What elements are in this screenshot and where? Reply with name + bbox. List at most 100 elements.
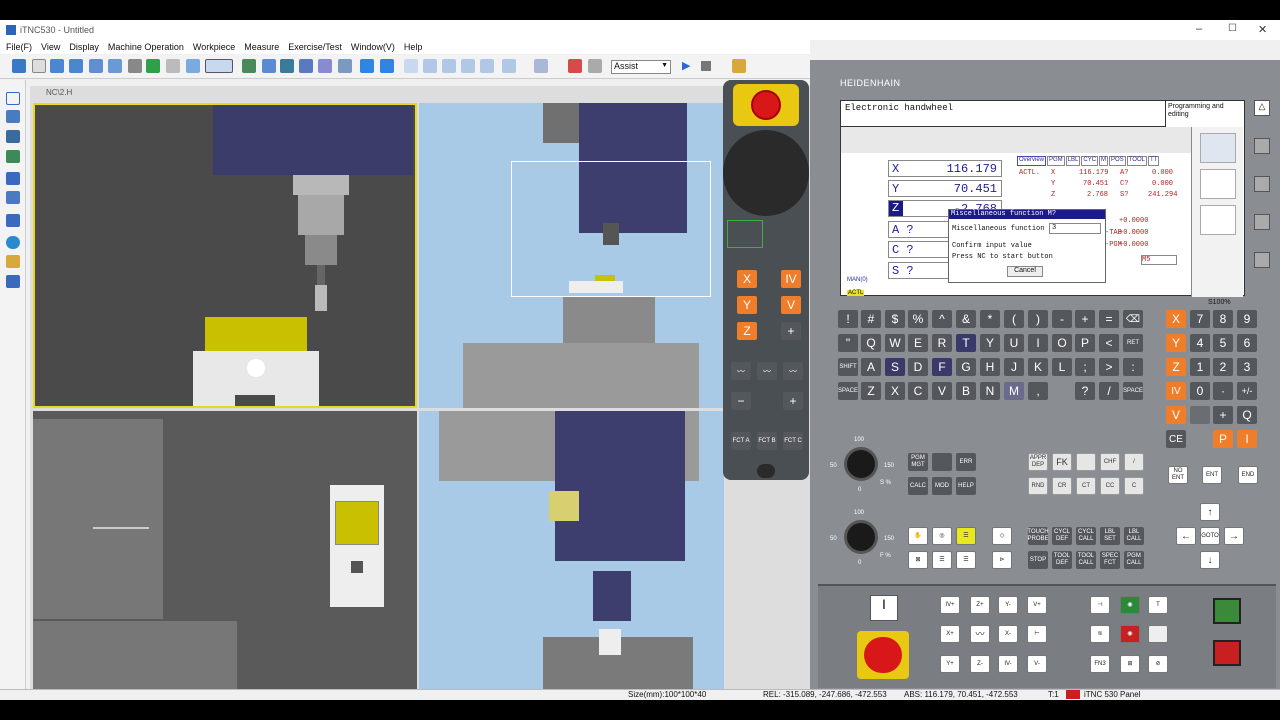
play-icon[interactable]: ▶	[682, 59, 690, 72]
arrow-left-icon[interactable]: ←	[1176, 527, 1196, 545]
pen-icon[interactable]	[6, 150, 20, 163]
spindle-on-key[interactable]: ◉	[1120, 596, 1140, 614]
key-r1-7[interactable]: (	[1004, 310, 1024, 328]
tab-tool[interactable]: TOOL	[1126, 156, 1147, 166]
jog-y-minus[interactable]: Y-	[998, 596, 1018, 614]
jog-v-minus[interactable]: V-	[1027, 655, 1047, 673]
key-r4-2[interactable]: C	[908, 382, 928, 400]
goto-key[interactable]: GOTO	[1200, 527, 1220, 545]
key-r1-1[interactable]: #	[861, 310, 881, 328]
fk-key[interactable]: FK	[1052, 453, 1072, 471]
shield-icon[interactable]	[6, 255, 20, 268]
key-r3-11[interactable]: :	[1123, 358, 1143, 376]
feed-override-knob[interactable]	[844, 520, 878, 554]
key-r2-9[interactable]: O	[1052, 334, 1072, 352]
line-key[interactable]: /	[1124, 453, 1144, 471]
menu-help[interactable]: Help	[404, 42, 423, 52]
hw-axis-x[interactable]: X	[737, 270, 757, 288]
enable-button[interactable]	[727, 220, 763, 248]
jog-z-plus[interactable]: Z+	[970, 596, 990, 614]
no-ent-key[interactable]: NO ENT	[1168, 466, 1188, 484]
ct-key[interactable]: CT	[1076, 477, 1096, 495]
key-r1-3[interactable]: %	[908, 310, 928, 328]
key-r4-8[interactable]: ?	[1075, 382, 1095, 400]
tool-release-key[interactable]: ⊣	[1090, 596, 1110, 614]
machine-icon[interactable]	[6, 172, 20, 185]
key-r2-1[interactable]: Q	[861, 334, 881, 352]
triangle-up-icon[interactable]: △	[1254, 100, 1270, 116]
key-r1-4[interactable]: ^	[932, 310, 952, 328]
menu-view[interactable]: View	[41, 42, 60, 52]
jog-z-minus[interactable]: Z-	[970, 655, 990, 673]
hw-axis-iv[interactable]: IV	[781, 270, 801, 288]
softkey-s[interactable]	[1200, 169, 1236, 199]
search-icon[interactable]	[6, 214, 20, 227]
door-key[interactable]: ⊞	[1120, 655, 1140, 673]
key-r2-2[interactable]: W	[885, 334, 905, 352]
fct-c-button[interactable]: FCT C	[783, 432, 803, 450]
print-icon[interactable]	[338, 59, 352, 73]
viewport-iso[interactable]	[419, 103, 724, 408]
key-r4-7[interactable]: ,	[1028, 382, 1048, 400]
space-key-left[interactable]: SPACE	[838, 382, 858, 400]
edit-mode-key[interactable]: ⊳	[992, 551, 1012, 569]
num-8[interactable]: 8	[1213, 310, 1233, 328]
maximize-icon[interactable]: ☐	[1228, 23, 1237, 34]
softkey-f[interactable]	[1200, 205, 1236, 235]
blank-machine-key[interactable]	[1148, 625, 1168, 643]
tab-tt[interactable]: TT	[1147, 156, 1160, 166]
num-9[interactable]: 9	[1237, 310, 1257, 328]
chip-key[interactable]: ≋	[1090, 625, 1110, 643]
tool-call-key[interactable]: TOOL CALL	[1076, 551, 1096, 569]
shape-icon[interactable]	[6, 110, 20, 123]
jog-x-plus[interactable]: X+	[940, 625, 960, 643]
tool-icon[interactable]	[299, 59, 313, 73]
zoom-in-icon[interactable]	[50, 59, 64, 73]
rnd-key[interactable]: RND	[1028, 477, 1048, 495]
lbl-call-key[interactable]: LBL CALL	[1124, 527, 1144, 545]
tab-pos[interactable]: POS	[1109, 156, 1126, 166]
num-v[interactable]: V	[1166, 406, 1186, 424]
spindle-off-key[interactable]: ◉	[1120, 625, 1140, 643]
viewport-top[interactable]	[33, 411, 417, 690]
num-dot[interactable]: ·	[1213, 382, 1233, 400]
jog-rapid[interactable]: 〰	[970, 625, 990, 643]
save-icon[interactable]	[12, 59, 26, 73]
num-z[interactable]: Z	[1166, 358, 1186, 376]
flag-icon[interactable]	[568, 59, 582, 73]
spindle-override-knob[interactable]	[844, 447, 878, 481]
num-iv[interactable]: IV	[1166, 382, 1186, 400]
key-r2-8[interactable]: I	[1028, 334, 1048, 352]
tab-pgm[interactable]: PGM	[1047, 156, 1065, 166]
c-key[interactable]: C	[1124, 477, 1144, 495]
layers-icon[interactable]	[6, 275, 20, 288]
measure-v-icon[interactable]	[6, 191, 20, 204]
jog-iv-plus[interactable]: IV+	[940, 596, 960, 614]
side-key-4[interactable]	[1254, 252, 1270, 268]
key-r3-6[interactable]: J	[1004, 358, 1024, 376]
jog-v-plus[interactable]: V+	[1027, 596, 1047, 614]
key-r3-7[interactable]: K	[1028, 358, 1048, 376]
shift-key[interactable]: SHIFT	[838, 358, 858, 376]
side-key-1[interactable]	[1254, 138, 1270, 154]
axis3-icon[interactable]	[442, 59, 456, 73]
key-r4-4[interactable]: B	[956, 382, 976, 400]
num-plus[interactable]: +	[1213, 406, 1233, 424]
num-blank[interactable]	[1190, 406, 1210, 424]
key-r3-1[interactable]: S	[885, 358, 905, 376]
axis4-icon[interactable]	[461, 59, 475, 73]
viewport-front[interactable]	[33, 103, 417, 408]
viewport-side[interactable]	[419, 411, 724, 690]
nc-stop-button[interactable]	[1213, 640, 1241, 666]
cycl-call-key[interactable]: CYCL CALL	[1076, 527, 1096, 545]
key-r1-2[interactable]: $	[885, 310, 905, 328]
key-r3-9[interactable]: ;	[1075, 358, 1095, 376]
side-key-2[interactable]	[1254, 176, 1270, 192]
num-i[interactable]: I	[1237, 430, 1257, 448]
cube2-icon[interactable]	[380, 59, 394, 73]
fixture-icon[interactable]	[318, 59, 332, 73]
blank-fn-key[interactable]	[932, 453, 952, 471]
arrow-down-icon[interactable]: ↓	[1200, 551, 1220, 569]
menu-workpiece[interactable]: Workpiece	[193, 42, 235, 52]
hw-plus[interactable]: +	[781, 322, 801, 340]
